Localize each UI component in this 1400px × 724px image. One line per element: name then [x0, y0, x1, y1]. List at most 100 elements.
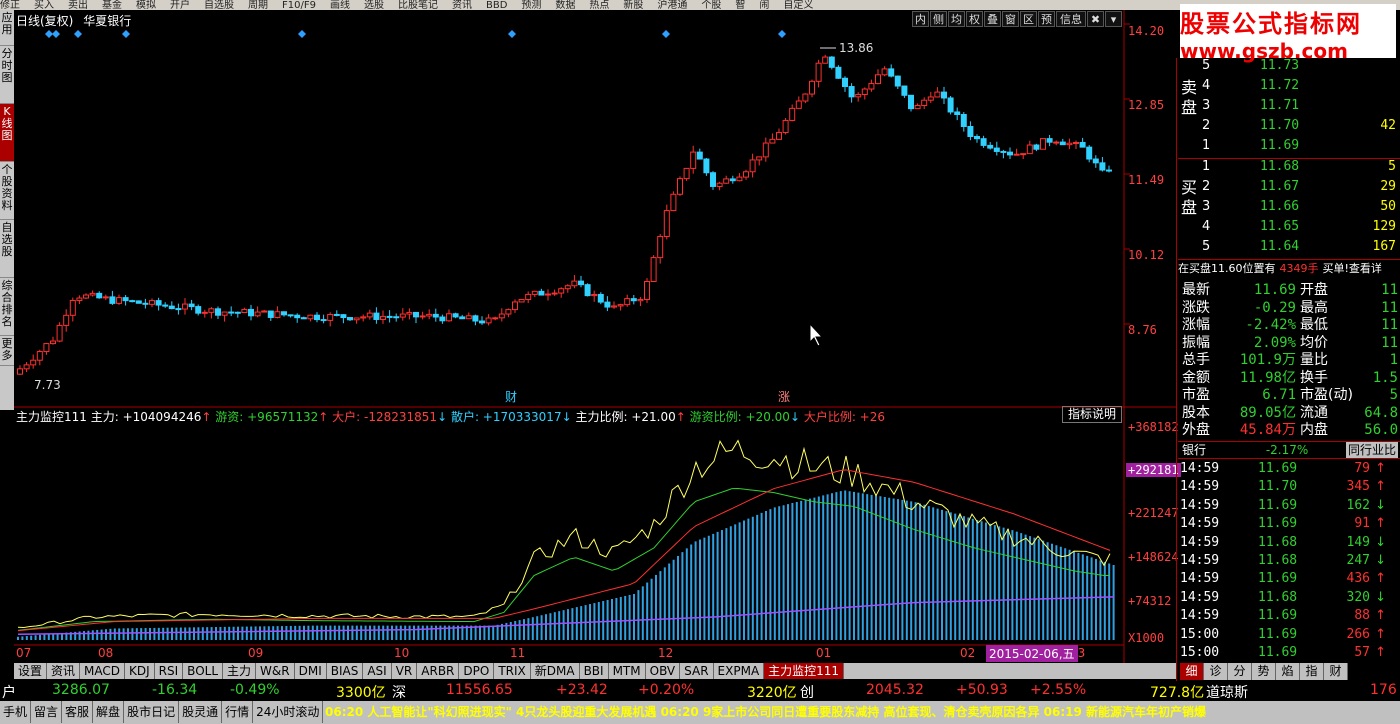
footer-button[interactable]: 解盘: [93, 701, 125, 723]
toolbar-button[interactable]: 模拟: [136, 0, 156, 11]
toolbar-button[interactable]: 闹: [759, 0, 769, 11]
right-tab[interactable]: 分: [1228, 663, 1252, 680]
chart-tool-button[interactable]: 预: [1038, 11, 1055, 27]
big-order-note[interactable]: 在买盘11.60位置有 4349手 买单!查看详: [1178, 260, 1400, 278]
footer-button[interactable]: 留言: [31, 701, 63, 723]
left-nav-item[interactable]: 自选股: [0, 220, 14, 278]
toolbar-button[interactable]: 卖出: [68, 0, 88, 11]
toolbar-button[interactable]: 资讯: [452, 0, 472, 11]
chart-tool-button[interactable]: 窗: [1002, 11, 1019, 27]
toolbar-button[interactable]: 基金: [102, 0, 122, 11]
left-nav-item[interactable]: 更多: [0, 336, 14, 366]
right-tab[interactable]: 势: [1252, 663, 1276, 680]
indicator-tab[interactable]: W&R: [256, 663, 295, 679]
indicator-tab[interactable]: BOLL: [183, 663, 224, 679]
period-label[interactable]: 日线(复权): [16, 14, 73, 28]
finance-marker[interactable]: 财: [505, 388, 517, 405]
indicator-tab[interactable]: 新DMA: [531, 663, 580, 679]
toolbar-button[interactable]: 开户: [170, 0, 190, 11]
indicator-tab[interactable]: 主力监控111: [764, 663, 845, 679]
level-price: 11.69: [1260, 138, 1300, 153]
footer-button[interactable]: 行情: [222, 701, 254, 723]
toolbar-button[interactable]: 比股笔记: [398, 0, 438, 11]
chart-tool-button[interactable]: 权: [966, 11, 983, 27]
footer-button[interactable]: 股灵通: [179, 701, 223, 723]
chart-tool-button[interactable]: 信息: [1056, 11, 1086, 27]
right-tab[interactable]: 细: [1180, 663, 1204, 680]
indicator-tab[interactable]: OBV: [646, 663, 681, 679]
indicator-tab[interactable]: DMI: [295, 663, 327, 679]
indicator-tab[interactable]: VR: [392, 663, 418, 679]
left-nav-item[interactable]: 分时图: [0, 46, 14, 104]
indicator-tab[interactable]: ASI: [363, 663, 392, 679]
toolbar-button[interactable]: 画线: [330, 0, 350, 11]
buy-level-row[interactable]: 5 11.64 167: [1178, 239, 1400, 259]
indicator-tab[interactable]: TRIX: [494, 663, 531, 679]
sector-row[interactable]: 银行 -2.17% 同行业比: [1178, 441, 1400, 459]
sell-level-row[interactable]: 2 11.70 42: [1178, 118, 1400, 138]
toolbar-button[interactable]: 个股: [701, 0, 721, 11]
toolbar-button[interactable]: 买入: [34, 0, 54, 11]
toolbar-button[interactable]: 周期: [248, 0, 268, 11]
limit-up-marker[interactable]: 涨: [778, 388, 790, 405]
toolbar-button[interactable]: 预测: [521, 0, 541, 11]
right-tab[interactable]: 诊: [1204, 663, 1228, 680]
toolbar-button[interactable]: 自定义: [783, 0, 813, 11]
footer-button[interactable]: 24小时滚动: [253, 701, 324, 723]
indicator-tab[interactable]: DPO: [459, 663, 495, 679]
chart-tool-button[interactable]: 内: [912, 11, 929, 27]
indicator-tab[interactable]: ARBR: [417, 663, 460, 679]
toolbar-button[interactable]: 沪港通: [657, 0, 687, 11]
sell-level-row[interactable]: 4 11.72: [1178, 78, 1400, 98]
right-tab[interactable]: 财: [1324, 663, 1348, 680]
left-nav-item[interactable]: 个股资料: [0, 162, 14, 220]
chart-tool-button[interactable]: 区: [1020, 11, 1037, 27]
buy-level-row[interactable]: 4 11.65 129: [1178, 219, 1400, 239]
candle-body: [208, 308, 215, 313]
chart-tool-button[interactable]: 侧: [930, 11, 947, 27]
indicator-tab[interactable]: MACD: [80, 663, 126, 679]
indicator-tab[interactable]: BIAS: [327, 663, 364, 679]
indicator-tab[interactable]: 资讯: [47, 663, 81, 679]
toolbar-button[interactable]: 热点: [589, 0, 609, 11]
toolbar-button[interactable]: 智: [735, 0, 745, 11]
chevron-down-icon[interactable]: ▾: [1105, 11, 1122, 27]
toolbar-button[interactable]: 修正: [0, 0, 20, 11]
indicator-tab[interactable]: MTM: [609, 663, 646, 679]
toolbar-button[interactable]: 自选股: [204, 0, 234, 11]
indicator-tab[interactable]: BBI: [580, 663, 609, 679]
news-ticker[interactable]: 06:20 人工智能让"科幻照进现实" 4只龙头股迎重大发展机遇 06:20 9…: [325, 701, 1206, 723]
indicator-tab[interactable]: EXPMA: [714, 663, 765, 679]
footer-button[interactable]: 手机: [0, 701, 32, 723]
footer-button[interactable]: 股市日记: [124, 701, 180, 723]
indicator-tab[interactable]: 设置: [14, 663, 48, 679]
candle-body: [30, 359, 37, 366]
left-nav-item[interactable]: 综合排名: [0, 278, 14, 336]
indicator-tab[interactable]: RSI: [155, 663, 184, 679]
left-nav-item[interactable]: K线图: [0, 104, 14, 162]
toolbar-button[interactable]: F10/F9: [282, 0, 316, 11]
footer-button[interactable]: 客服: [62, 701, 94, 723]
toolbar-button[interactable]: 数据: [555, 0, 575, 11]
toolbar-button[interactable]: 选股: [364, 0, 384, 11]
right-tab[interactable]: 指: [1300, 663, 1324, 680]
right-tab[interactable]: 焰: [1276, 663, 1300, 680]
buy-level-row[interactable]: 3 11.66 50: [1178, 199, 1400, 219]
sell-level-row[interactable]: 5 11.73: [1178, 58, 1400, 78]
indicator-help-button[interactable]: 指标说明: [1062, 406, 1122, 423]
chart-tool-button[interactable]: 均: [948, 11, 965, 27]
toolbar-button[interactable]: 新股: [623, 0, 643, 11]
chart-tool-button[interactable]: 叠: [984, 11, 1001, 27]
sell-level-row[interactable]: 1 11.69: [1178, 138, 1400, 158]
buy-level-row[interactable]: 1 11.68 5: [1178, 159, 1400, 179]
close-icon[interactable]: ✖: [1087, 11, 1104, 27]
indicator-tab[interactable]: SAR: [680, 663, 714, 679]
indicator-tab[interactable]: 主力: [223, 663, 257, 679]
order-book: 卖盘 买盘 5 11.73 4 11.72 3 11.71 2 11.70 42 1 11.69 1…: [1178, 58, 1400, 278]
indicator-tab[interactable]: KDJ: [125, 663, 155, 679]
toolbar-button[interactable]: BBD: [486, 0, 507, 11]
sector-compare-link[interactable]: 同行业比: [1345, 442, 1398, 458]
sell-level-row[interactable]: 3 11.71: [1178, 98, 1400, 118]
left-nav-item[interactable]: 应用: [0, 10, 14, 46]
buy-level-row[interactable]: 2 11.67 29: [1178, 179, 1400, 199]
